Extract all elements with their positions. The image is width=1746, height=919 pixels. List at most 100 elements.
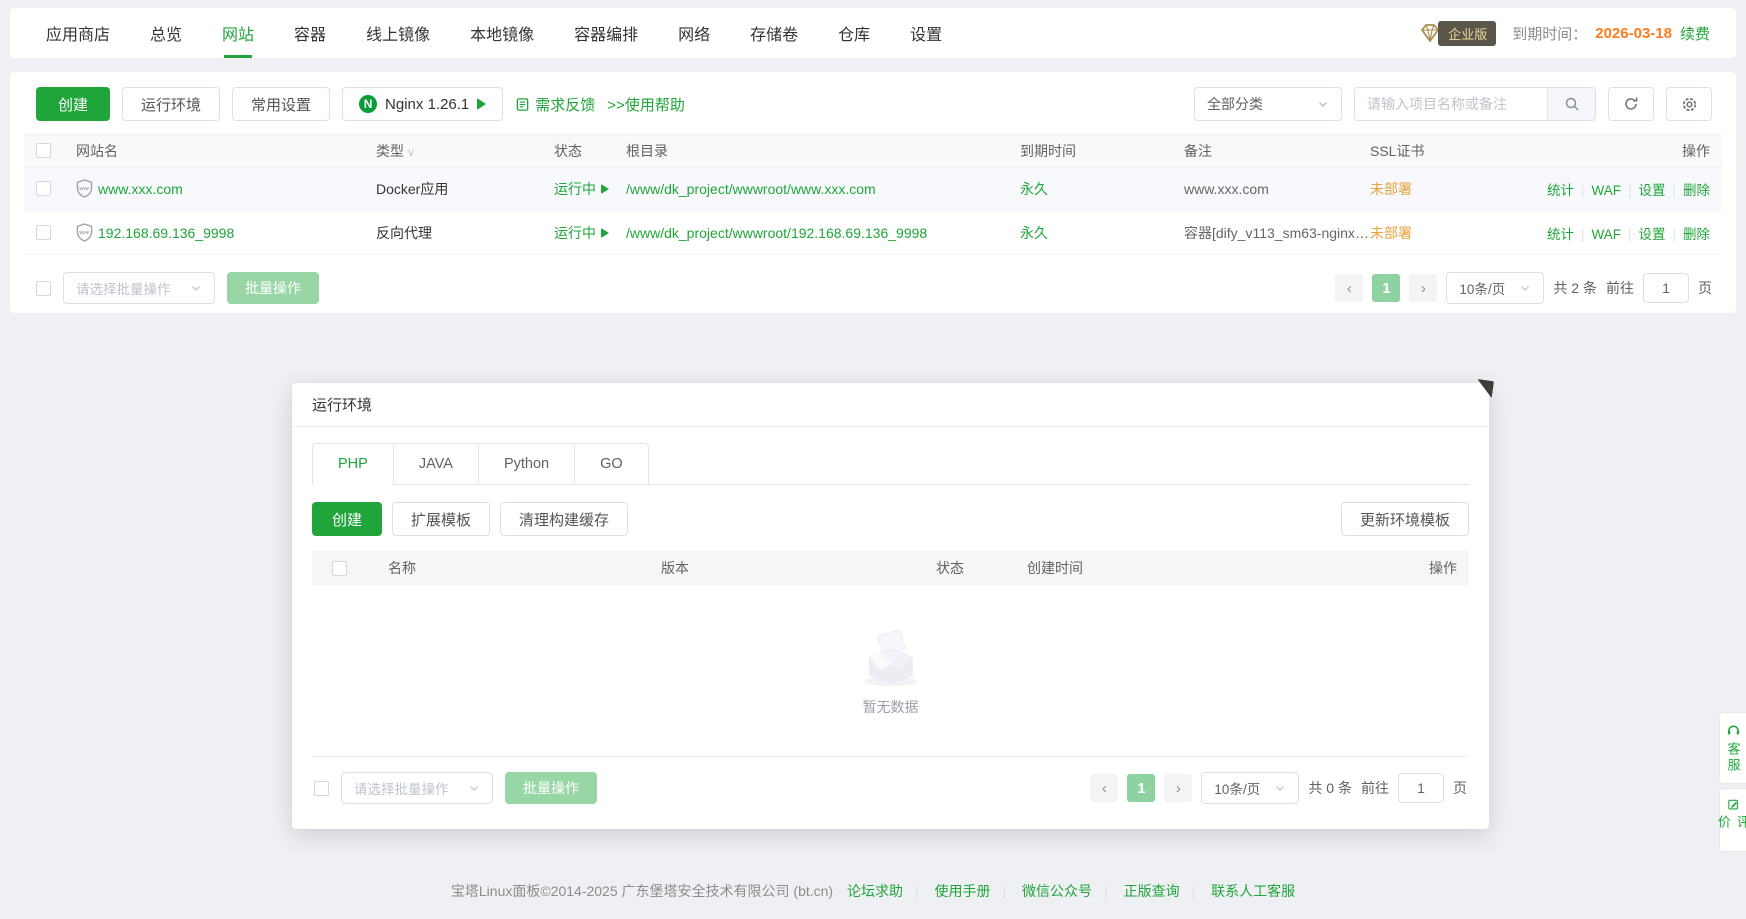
op-stats-link[interactable]: 统计 — [1547, 183, 1574, 198]
prev-page-button[interactable]: ‹ — [1335, 274, 1363, 302]
footer-link-manual[interactable]: 使用手册 — [935, 883, 991, 899]
nav-tab-volumes[interactable]: 存储卷 — [750, 8, 798, 58]
next-page-button[interactable]: › — [1409, 274, 1437, 302]
footer-link-support[interactable]: 联系人工客服 — [1211, 883, 1295, 899]
nav-tab-settings[interactable]: 设置 — [910, 8, 942, 58]
env-goto-page-input[interactable] — [1398, 773, 1444, 803]
site-status[interactable]: 运行中 — [554, 179, 626, 199]
site-note[interactable]: 容器[dify_v113_sm63-nginx-1]的 — [1184, 223, 1370, 243]
category-select[interactable]: 全部分类 — [1194, 87, 1342, 121]
clean-build-cache-button[interactable]: 清理构建缓存 — [500, 502, 628, 536]
op-settings-link[interactable]: 设置 — [1638, 227, 1665, 242]
edition-badge: 企业版 — [1438, 21, 1496, 46]
env-col-ops: 操作 — [1287, 558, 1457, 578]
dialog-header[interactable]: 运行环境 — [292, 383, 1489, 427]
env-create-button[interactable]: 创建 — [312, 502, 382, 536]
search-button[interactable] — [1547, 88, 1595, 120]
site-name-link[interactable]: WAF www.xxx.com — [76, 179, 376, 198]
col-header-type[interactable]: 类型∨ — [376, 141, 554, 161]
site-expire[interactable]: 永久 — [1020, 223, 1184, 243]
nav-tab-overview[interactable]: 总览 — [150, 8, 182, 58]
page-1-button[interactable]: 1 — [1372, 274, 1400, 302]
copyright-text: 宝塔Linux面板©2014-2025 广东堡塔安全技术有限公司 (bt.cn) — [451, 883, 833, 899]
op-delete-link[interactable]: 删除 — [1683, 183, 1710, 198]
nav-tab-app-store[interactable]: 应用商店 — [46, 8, 110, 58]
type-filter-chevron-icon[interactable]: ∨ — [407, 147, 415, 159]
env-prev-page-button[interactable]: ‹ — [1090, 774, 1118, 802]
nav-tab-container[interactable]: 容器 — [294, 8, 326, 58]
common-settings-button[interactable]: 常用设置 — [232, 87, 330, 121]
renew-link[interactable]: 续费 — [1680, 23, 1710, 44]
update-env-template-button[interactable]: 更新环境模板 — [1341, 502, 1469, 536]
nav-tab-local-images[interactable]: 本地镜像 — [470, 8, 534, 58]
op-waf-link[interactable]: WAF — [1591, 183, 1621, 198]
op-delete-link[interactable]: 删除 — [1683, 227, 1710, 242]
footer-link-wechat[interactable]: 微信公众号 — [1022, 883, 1092, 899]
op-settings-link[interactable]: 设置 — [1638, 183, 1665, 198]
refresh-icon — [1623, 96, 1639, 112]
op-separator: | — [1581, 183, 1585, 198]
tab-go[interactable]: GO — [575, 443, 649, 485]
op-stats-link[interactable]: 统计 — [1547, 227, 1574, 242]
env-select-all-checkbox[interactable] — [332, 561, 347, 576]
site-expire[interactable]: 永久 — [1020, 179, 1184, 199]
feedback-link[interactable]: 需求反馈 — [515, 94, 595, 115]
site-status[interactable]: 运行中 — [554, 223, 626, 243]
per-page-select[interactable]: 10条/页 — [1446, 272, 1544, 304]
ssl-status[interactable]: 未部署 — [1370, 179, 1534, 199]
empty-state: 暂无数据 — [312, 585, 1469, 757]
tab-php[interactable]: PHP — [312, 443, 394, 485]
env-batch-apply-button[interactable]: 批量操作 — [505, 772, 597, 804]
nginx-play-icon[interactable] — [477, 98, 486, 110]
nginx-version-button[interactable]: N Nginx 1.26.1 — [342, 87, 503, 121]
goto-page-input[interactable] — [1643, 273, 1689, 303]
nginx-version-label: Nginx 1.26.1 — [385, 96, 469, 113]
env-table-header: 名称 版本 状态 创建时间 操作 — [312, 551, 1469, 585]
batch-apply-button[interactable]: 批量操作 — [227, 272, 319, 304]
site-root-path[interactable]: /www/dk_project/wwwroot/192.168.69.136_9… — [626, 225, 1020, 241]
refresh-button[interactable] — [1608, 87, 1654, 121]
row-checkbox[interactable] — [36, 181, 51, 196]
env-page-1-button[interactable]: 1 — [1127, 774, 1155, 802]
footer-link-forum[interactable]: 论坛求助 — [847, 883, 903, 899]
help-link[interactable]: >>使用帮助 — [607, 94, 685, 115]
nav-tab-registry[interactable]: 仓库 — [838, 8, 870, 58]
create-site-button[interactable]: 创建 — [36, 87, 110, 121]
edition-area[interactable]: 企业版 — [1418, 21, 1496, 46]
site-note[interactable]: www.xxx.com — [1184, 181, 1370, 197]
env-batch-action-select[interactable]: 请选择批量操作 — [341, 772, 493, 804]
footer-link-license-check[interactable]: 正版查询 — [1124, 883, 1180, 899]
extend-template-button[interactable]: 扩展模板 — [392, 502, 490, 536]
dialog-corner-fold[interactable] — [1475, 379, 1494, 398]
tab-python[interactable]: Python — [479, 443, 575, 485]
runtime-env-button[interactable]: 运行环境 — [122, 87, 220, 121]
op-waf-link[interactable]: WAF — [1591, 227, 1621, 242]
feedback-rating-widget[interactable]: 评价 — [1719, 788, 1746, 852]
empty-box-icon — [851, 625, 931, 689]
site-root-path[interactable]: /www/dk_project/wwwroot/www.xxx.com — [626, 181, 1020, 197]
nav-tab-network[interactable]: 网络 — [678, 8, 710, 58]
chevron-down-icon — [468, 782, 480, 794]
row-operations: 统计|WAF|设置|删除 — [1534, 223, 1710, 243]
batch-select-all-checkbox[interactable] — [36, 281, 51, 296]
col-header-note: 备注 — [1184, 141, 1370, 161]
batch-action-select[interactable]: 请选择批量操作 — [63, 272, 215, 304]
customer-service-widget[interactable]: 客服 — [1719, 712, 1746, 784]
row-checkbox[interactable] — [36, 225, 51, 240]
env-batch-select-all-checkbox[interactable] — [314, 781, 329, 796]
search-input[interactable] — [1355, 88, 1547, 120]
env-col-created: 创建时间 — [1027, 558, 1287, 578]
nav-tab-compose[interactable]: 容器编排 — [574, 8, 638, 58]
env-per-page-select[interactable]: 10条/页 — [1201, 772, 1299, 804]
col-header-ssl: SSL证书 — [1370, 141, 1534, 161]
row-operations: 统计|WAF|设置|删除 — [1534, 179, 1710, 199]
env-next-page-button[interactable]: › — [1164, 774, 1192, 802]
rating-label: 评价 — [1714, 815, 1746, 842]
site-name-link[interactable]: WAF 192.168.69.136_9998 — [76, 223, 376, 242]
nav-tab-online-images[interactable]: 线上镜像 — [366, 8, 430, 58]
nav-tab-website[interactable]: 网站 — [222, 8, 254, 58]
tab-java[interactable]: JAVA — [394, 443, 479, 485]
table-settings-button[interactable] — [1666, 87, 1712, 121]
ssl-status[interactable]: 未部署 — [1370, 223, 1534, 243]
select-all-checkbox[interactable] — [36, 143, 51, 158]
